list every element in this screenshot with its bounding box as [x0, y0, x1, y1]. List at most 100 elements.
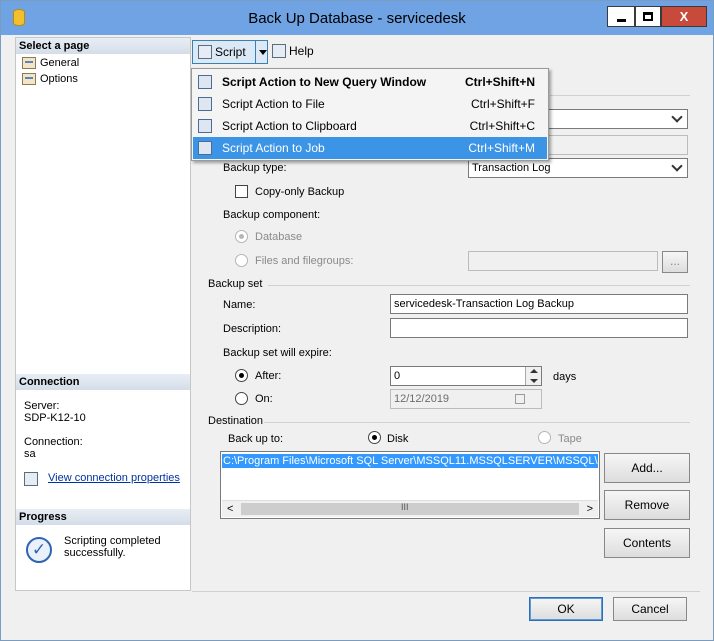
copy-only-label: Copy-only Backup: [255, 186, 345, 198]
close-icon: X: [679, 9, 689, 24]
progress-status: Scripting completed successfully.: [64, 535, 161, 559]
minimize-icon: [616, 18, 626, 22]
back-up-to-label: Back up to:: [228, 433, 284, 445]
page-item-label: General: [40, 57, 80, 69]
left-panel: Select a page General Options Connection…: [15, 37, 191, 591]
backup-set-group-label: Backup set: [208, 278, 263, 290]
menu-item-label: Script Action to Clipboard: [222, 119, 357, 133]
title-bar[interactable]: Back Up Database - servicedesk X: [1, 1, 713, 35]
expire-after-radio[interactable]: [235, 369, 248, 382]
help-icon: [272, 44, 286, 58]
copy-only-checkbox[interactable]: [235, 185, 248, 198]
checkmark-icon: ✓: [26, 537, 52, 563]
select-page-header: Select a page: [16, 38, 190, 54]
dropdown-arrow-icon[interactable]: [259, 50, 267, 55]
menu-item-label: Script Action to File: [222, 97, 325, 111]
backup-database-dialog: Back Up Database - servicedesk X Select …: [0, 0, 714, 641]
menu-item-clipboard[interactable]: Script Action to Clipboard Ctrl+Shift+C: [193, 115, 547, 137]
description-label: Description:: [223, 323, 282, 335]
save-file-icon: [198, 97, 212, 111]
browse-filegroups-button[interactable]: ...: [662, 251, 688, 273]
horizontal-scrollbar[interactable]: < III >: [222, 500, 598, 517]
script-icon: [198, 45, 212, 59]
group-divider: [268, 285, 690, 286]
backup-type-label: Backup type:: [223, 162, 287, 174]
tape-radio[interactable]: [538, 431, 551, 444]
description-input[interactable]: [390, 318, 688, 338]
scroll-grip-icon: III: [401, 502, 409, 512]
page-item-options[interactable]: Options: [22, 72, 78, 86]
ok-button[interactable]: OK: [529, 597, 603, 621]
menu-item-label: Script Action to New Query Window: [222, 75, 427, 89]
help-button[interactable]: Help: [272, 44, 314, 58]
menu-item-new-query-window[interactable]: Script Action to New Query Window Ctrl+S…: [193, 71, 547, 93]
connection-header: Connection: [16, 374, 190, 390]
after-label: After:: [255, 370, 282, 382]
expire-date-picker[interactable]: 12/12/2019: [390, 389, 542, 409]
remove-destination-button[interactable]: Remove: [604, 490, 690, 520]
minimize-button[interactable]: [607, 6, 635, 27]
view-connection-properties-link[interactable]: View connection properties: [48, 472, 180, 484]
list-item[interactable]: C:\Program Files\Microsoft SQL Server\MS…: [222, 454, 598, 468]
scroll-left-icon[interactable]: <: [227, 503, 233, 515]
close-button[interactable]: X: [661, 6, 707, 27]
tape-label: Tape: [558, 433, 582, 445]
expire-date-value: 12/12/2019: [394, 393, 450, 405]
page-item-general[interactable]: General: [22, 56, 79, 70]
spinner-arrows-icon[interactable]: [525, 367, 541, 385]
expire-label: Backup set will expire:: [223, 347, 332, 359]
after-days-value: 0: [394, 370, 401, 382]
clipboard-icon: [198, 119, 212, 133]
page-item-label: Options: [40, 73, 78, 85]
maximize-icon: [643, 12, 653, 21]
on-label: On:: [255, 393, 273, 405]
connection-value: sa: [24, 448, 36, 460]
connection-properties-icon: [24, 472, 38, 486]
scroll-right-icon[interactable]: >: [587, 503, 593, 515]
menu-item-label: Script Action to Job: [222, 141, 325, 155]
chevron-down-icon: [671, 111, 683, 123]
server-value: SDP-K12-10: [24, 412, 86, 424]
component-files-radio[interactable]: [235, 254, 248, 267]
menu-item-shortcut: Ctrl+Shift+N: [464, 75, 535, 89]
after-days-spinner[interactable]: 0: [390, 366, 542, 386]
cancel-button[interactable]: Cancel: [613, 597, 687, 621]
backup-component-label: Backup component:: [223, 209, 321, 221]
days-label: days: [553, 371, 577, 383]
disk-label: Disk: [387, 433, 409, 445]
menu-item-shortcut: Ctrl+Shift+C: [469, 119, 535, 133]
backup-set-name-input[interactable]: servicedesk-Transaction Log Backup: [390, 294, 688, 314]
disk-radio[interactable]: [368, 431, 381, 444]
script-button[interactable]: Script: [192, 40, 268, 64]
name-label: Name:: [223, 299, 256, 311]
menu-item-job[interactable]: Script Action to Job Ctrl+Shift+M: [193, 137, 547, 159]
add-destination-button[interactable]: Add...: [604, 453, 690, 483]
group-divider: [264, 422, 690, 423]
component-files-label: Files and filegroups:: [255, 255, 354, 267]
divider: [255, 41, 256, 63]
toolbar: Script Help: [192, 37, 700, 67]
backup-type-combobox[interactable]: Transaction Log: [468, 158, 688, 178]
menu-item-file[interactable]: Script Action to File Ctrl+Shift+F: [193, 93, 547, 115]
component-database-radio[interactable]: [235, 230, 248, 243]
script-label: Script: [215, 45, 246, 59]
server-label: Server:: [24, 400, 60, 412]
group-divider: [550, 95, 690, 96]
footer-divider: [192, 591, 700, 592]
script-dropdown-menu: Script Action to New Query Window Ctrl+S…: [191, 68, 549, 161]
component-database-label: Database: [255, 231, 303, 243]
menu-item-shortcut: Ctrl+Shift+F: [470, 97, 535, 111]
menu-item-shortcut: Ctrl+Shift+M: [468, 141, 535, 155]
progress-header: Progress: [16, 509, 190, 525]
maximize-button[interactable]: [635, 6, 661, 27]
chevron-down-icon: [671, 160, 683, 172]
backup-type-value: Transaction Log: [472, 162, 551, 174]
expire-on-radio[interactable]: [235, 392, 248, 405]
calendar-icon: [515, 394, 525, 404]
page-icon: [22, 57, 36, 69]
destination-list[interactable]: C:\Program Files\Microsoft SQL Server\MS…: [220, 451, 600, 519]
filegroups-field: [468, 251, 658, 271]
new-query-icon: [198, 75, 212, 89]
scroll-thumb[interactable]: III: [241, 502, 579, 515]
contents-button[interactable]: Contents: [604, 528, 690, 558]
